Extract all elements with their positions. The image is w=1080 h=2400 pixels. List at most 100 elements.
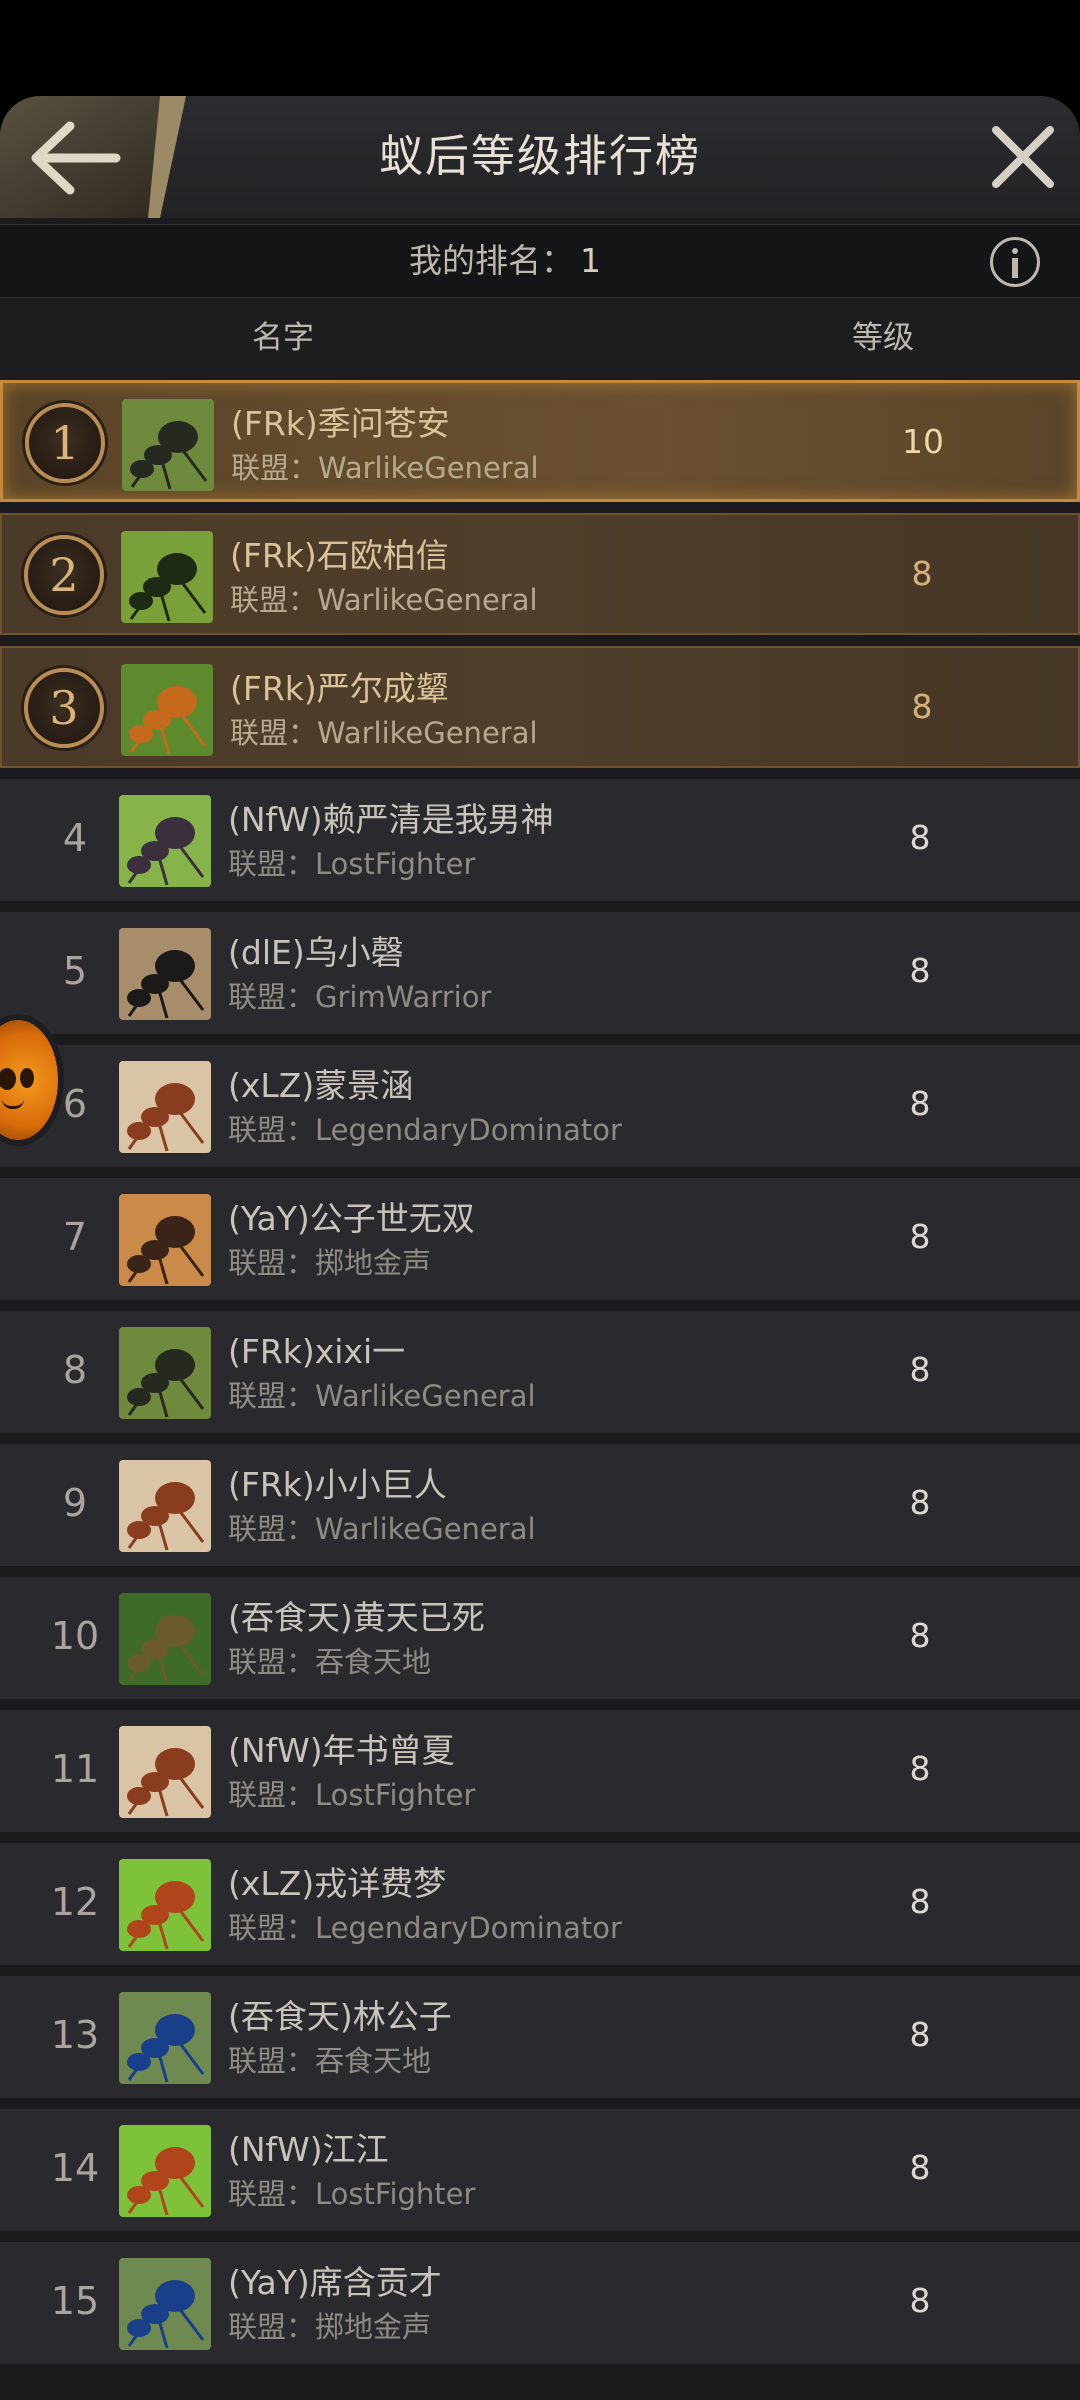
player-name: (xLZ)戎详费梦 <box>228 1864 447 1903</box>
rank-number: 11 <box>50 1747 100 1791</box>
player-level: 8 <box>909 1217 931 1256</box>
rank-medal-icon: 1 <box>25 403 105 483</box>
rank-number: 5 <box>62 949 88 993</box>
alliance-name: LegendaryDominator <box>315 1113 622 1147</box>
green-bg-ant-avatar <box>119 1859 211 1951</box>
ranking-row[interactable]: 4 (NfW)赖严清是我男神 联盟：LostFighter 8 <box>0 779 1080 901</box>
rank-number: 14 <box>50 2146 100 2190</box>
column-header: 名字 等级 <box>0 298 1080 378</box>
player-alliance: 联盟：WarlikeGeneral <box>230 577 538 619</box>
column-level-header: 等级 <box>852 320 914 356</box>
alliance-label: 联盟： <box>228 847 316 881</box>
alliance-name: 吞食天地 <box>315 2044 432 2078</box>
ranking-row[interactable]: 3 (FRk)严尔成颦 联盟：WarlikeGeneral 8 <box>0 646 1080 768</box>
alliance-name: LostFighter <box>315 1778 476 1812</box>
player-name: (YaY)公子世无双 <box>228 1199 475 1238</box>
player-name: (吞食天)林公子 <box>228 1997 452 2036</box>
alliance-name: LostFighter <box>315 847 476 881</box>
alliance-name: WarlikeGeneral <box>317 716 538 750</box>
player-name: (FRk)季问苍安 <box>231 404 450 443</box>
player-alliance: 联盟：LostFighter <box>228 2171 475 2213</box>
ranking-row[interactable]: 11 (NfW)年书曾夏 联盟：LostFighter 8 <box>0 1710 1080 1832</box>
rank-number: 10 <box>50 1614 100 1658</box>
player-level: 8 <box>909 1616 931 1655</box>
rank-number: 13 <box>50 2013 100 2057</box>
player-level: 8 <box>909 818 931 857</box>
player-alliance: 联盟：WarlikeGeneral <box>228 1373 536 1415</box>
ranking-row[interactable]: 12 (xLZ)戎详费梦 联盟：LegendaryDominator 8 <box>0 1843 1080 1965</box>
player-alliance: 联盟：LegendaryDominator <box>228 1107 622 1149</box>
alliance-label: 联盟： <box>230 583 318 617</box>
info-icon[interactable] <box>990 237 1040 287</box>
my-rank-value: 1 <box>580 241 601 280</box>
back-arrow-icon <box>0 96 186 218</box>
ranking-row[interactable]: 13 (吞食天)林公子联盟：吞食天地 8 <box>0 1976 1080 2098</box>
alliance-name: 吞食天地 <box>315 1645 432 1679</box>
ranking-row[interactable]: 7 (YaY)公子世无双 联盟：掷地金声 8 <box>0 1178 1080 1300</box>
player-alliance: 联盟：WarlikeGeneral <box>231 445 539 487</box>
player-level: 8 <box>909 1084 931 1123</box>
alliance-label: 联盟： <box>228 2044 316 2078</box>
red-ant-avatar <box>119 1460 211 1552</box>
alliance-name: WarlikeGeneral <box>318 451 539 485</box>
player-name: (吞食天)黄天已死 <box>228 1598 485 1637</box>
player-name: (FRk)小小巨人 <box>228 1465 447 1504</box>
spiky-ant-avatar <box>121 531 213 623</box>
player-level: 10 <box>902 422 944 461</box>
leaderboard-panel: 蚁后等级排行榜 我的排名： 1 名字 等级 1 (FRk)季问苍安 联盟：Warlik… <box>0 96 1080 2400</box>
ranking-row[interactable]: 10 (吞食天)黄天已死联盟：吞食天地 8 <box>0 1577 1080 1699</box>
my-rank-label: 我的排名： <box>409 241 574 280</box>
black-ant-avatar <box>122 399 214 491</box>
rank-number: 3 <box>49 681 79 735</box>
close-button[interactable] <box>984 118 1062 196</box>
player-alliance: 联盟：GrimWarrior <box>228 974 491 1016</box>
ranking-row[interactable]: 5 (dlE)乌小磬 联盟：GrimWarrior 8 <box>0 912 1080 1034</box>
player-level: 8 <box>909 2281 931 2320</box>
alliance-name: WarlikeGeneral <box>317 583 538 617</box>
alliance-label: 联盟： <box>228 1512 316 1546</box>
back-button[interactable] <box>0 96 186 218</box>
player-level: 8 <box>909 2015 931 2054</box>
ranking-row[interactable]: 8 (FRk)xixi一 联盟：WarlikeGeneral 8 <box>0 1311 1080 1433</box>
my-rank: 我的排名： 1 <box>0 225 1010 297</box>
red-ant-avatar <box>119 1726 211 1818</box>
player-level: 8 <box>909 1749 931 1788</box>
horned-ant-avatar <box>119 928 211 1020</box>
ranking-row[interactable]: 6 (xLZ)蒙景涵 联盟：LegendaryDominator 8 <box>0 1045 1080 1167</box>
player-alliance: 联盟：WarlikeGeneral <box>230 710 538 752</box>
alliance-label: 联盟： <box>228 1911 316 1945</box>
green-bg-ant-avatar <box>119 2125 211 2217</box>
my-rank-bar: 我的排名： 1 <box>0 224 1080 298</box>
player-alliance: 联盟：LostFighter <box>228 841 475 883</box>
player-level: 8 <box>909 2148 931 2187</box>
ranking-row[interactable]: 2 (FRk)石欧柏信 联盟：WarlikeGeneral 8 <box>0 513 1080 635</box>
alliance-name: WarlikeGeneral <box>315 1512 536 1546</box>
player-alliance: 联盟：掷地金声 <box>228 2304 431 2346</box>
player-name: (FRk)xixi一 <box>228 1332 406 1371</box>
player-name: (FRk)石欧柏信 <box>230 536 449 575</box>
blue-ant-avatar <box>119 2258 211 2350</box>
rank-number: 1 <box>50 416 80 470</box>
rank-number: 12 <box>50 1880 100 1924</box>
alliance-label: 联盟： <box>228 1113 316 1147</box>
alliance-name: WarlikeGeneral <box>315 1379 536 1413</box>
rank-number: 9 <box>62 1481 88 1525</box>
ranking-row[interactable]: 15 (YaY)席含贡才 联盟：掷地金声 8 <box>0 2242 1080 2364</box>
alliance-name: 掷地金声 <box>315 1246 432 1280</box>
rank-number: 2 <box>49 548 79 602</box>
ranking-row[interactable]: 1 (FRk)季问苍安 联盟：WarlikeGeneral 10 <box>0 380 1080 502</box>
ranking-row[interactable]: 14 (NfW)江江 联盟：LostFighter 8 <box>0 2109 1080 2231</box>
leaf-ant-avatar <box>119 1593 211 1685</box>
alliance-label: 联盟： <box>228 1645 316 1679</box>
player-alliance: 联盟：LegendaryDominator <box>228 1905 622 1947</box>
alliance-label: 联盟： <box>228 1778 316 1812</box>
alliance-name: GrimWarrior <box>315 980 492 1014</box>
alliance-label: 联盟： <box>228 1379 316 1413</box>
ranking-row[interactable]: 9 (FRk)小小巨人 联盟：WarlikeGeneral 8 <box>0 1444 1080 1566</box>
rank-number: 7 <box>62 1215 88 1259</box>
player-alliance: 联盟：LostFighter <box>228 1772 475 1814</box>
blue-ant-avatar <box>119 1992 211 2084</box>
alliance-label: 联盟： <box>231 451 319 485</box>
orange-ant-avatar <box>121 664 213 756</box>
purple-ant-avatar <box>119 795 211 887</box>
